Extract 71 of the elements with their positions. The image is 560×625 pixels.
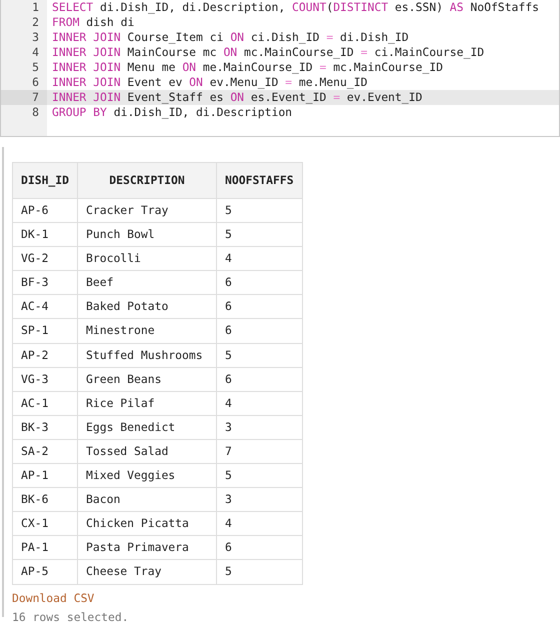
- code-line: SELECT di.Dish_ID, di.Description, COUNT(DISTINCT es.SSN) AS NoOfStaffs: [51, 0, 539, 15]
- table-cell: AP-5: [12, 560, 78, 584]
- table-cell: AP-1: [12, 464, 78, 488]
- table-cell: Minestrone: [78, 318, 217, 344]
- line-number: 5: [1, 60, 47, 75]
- line-number: 6: [1, 75, 47, 90]
- table-cell: CX-1: [12, 512, 78, 536]
- table-cell: PA-1: [12, 536, 78, 560]
- table-cell: Cheese Tray: [78, 560, 217, 584]
- sql-editor[interactable]: [0, 0, 560, 137]
- table-cell: 6: [216, 294, 302, 319]
- row-count-text: 16 rows selected.: [12, 608, 130, 625]
- code-line: GROUP BY di.Dish_ID, di.Description: [51, 105, 292, 120]
- table-cell: Eggs Benedict: [78, 415, 217, 440]
- column-header: DESCRIPTION: [78, 162, 217, 198]
- line-number: 8: [1, 105, 47, 120]
- table-cell: Green Beans: [78, 367, 217, 392]
- table-cell: Pasta Primavera: [78, 536, 217, 560]
- code-line: INNER JOIN Course_Item ci ON ci.Dish_ID = di.Dish_ID: [51, 30, 409, 45]
- table-cell: Chicken Picatta: [78, 512, 217, 536]
- table-cell: 5: [216, 222, 302, 247]
- table-cell: SP-1: [12, 318, 78, 344]
- table-cell: Cracker Tray: [78, 198, 217, 223]
- table-cell: 3: [216, 415, 302, 440]
- gutter-background: [1, 120, 47, 136]
- table-cell: Stuffed Mushrooms: [78, 343, 217, 368]
- table-cell: Punch Bowl: [78, 222, 217, 247]
- table-cell: 5: [216, 198, 302, 223]
- table-cell: AC-4: [12, 294, 78, 319]
- column-header: DISH_ID: [12, 162, 78, 198]
- table-cell: Bacon: [78, 488, 217, 512]
- table-cell: AP-6: [12, 198, 78, 223]
- table-cell: 5: [216, 343, 302, 368]
- table-cell: AC-1: [12, 391, 78, 416]
- line-number: 2: [1, 15, 47, 30]
- table-cell: BK-6: [12, 488, 78, 512]
- table-cell: 5: [216, 560, 302, 584]
- table-cell: 6: [216, 536, 302, 560]
- download-csv-link[interactable]: Download CSV: [12, 590, 94, 607]
- column-header: NOOFSTAFFS: [216, 162, 302, 198]
- table-cell: 4: [216, 391, 302, 416]
- table-cell: AP-2: [12, 343, 78, 368]
- table-cell: Baked Potato: [78, 294, 217, 319]
- code-line: INNER JOIN Event ev ON ev.Menu_ID = me.Menu_ID: [51, 75, 368, 90]
- table-cell: 6: [216, 318, 302, 344]
- table-cell: 6: [216, 367, 302, 392]
- line-number: 1: [1, 0, 47, 15]
- table-cell: DK-1: [12, 222, 78, 247]
- table-cell: SA-2: [12, 439, 78, 464]
- line-number: 7: [1, 90, 47, 105]
- table-cell: 3: [216, 488, 302, 512]
- table-cell: Rice Pilaf: [78, 391, 217, 416]
- table-cell: Tossed Salad: [78, 439, 217, 464]
- table-cell: Mixed Veggies: [78, 464, 217, 488]
- table-cell: Beef: [78, 270, 217, 295]
- code-line: INNER JOIN Menu me ON me.MainCourse_ID = mc.MainCourse_ID: [51, 60, 443, 75]
- line-number: 3: [1, 30, 47, 45]
- table-cell: VG-2: [12, 246, 78, 271]
- table-cell: VG-3: [12, 367, 78, 392]
- code-line: FROM dish di: [51, 15, 134, 30]
- table-cell: 6: [216, 270, 302, 295]
- table-cell: 5: [216, 464, 302, 488]
- line-number: 4: [1, 45, 47, 60]
- table-cell: BF-3: [12, 270, 78, 295]
- table-cell: 4: [216, 512, 302, 536]
- code-line: INNER JOIN MainCourse mc ON mc.MainCourse_ID = ci.MainCourse_ID: [51, 45, 484, 60]
- table-cell: 4: [216, 246, 302, 271]
- table-cell: BK-3: [12, 415, 78, 440]
- table-cell: 7: [216, 439, 302, 464]
- code-line: INNER JOIN Event_Staff es ON es.Event_ID = ev.Event_ID: [51, 90, 422, 105]
- table-cell: Brocolli: [78, 246, 217, 271]
